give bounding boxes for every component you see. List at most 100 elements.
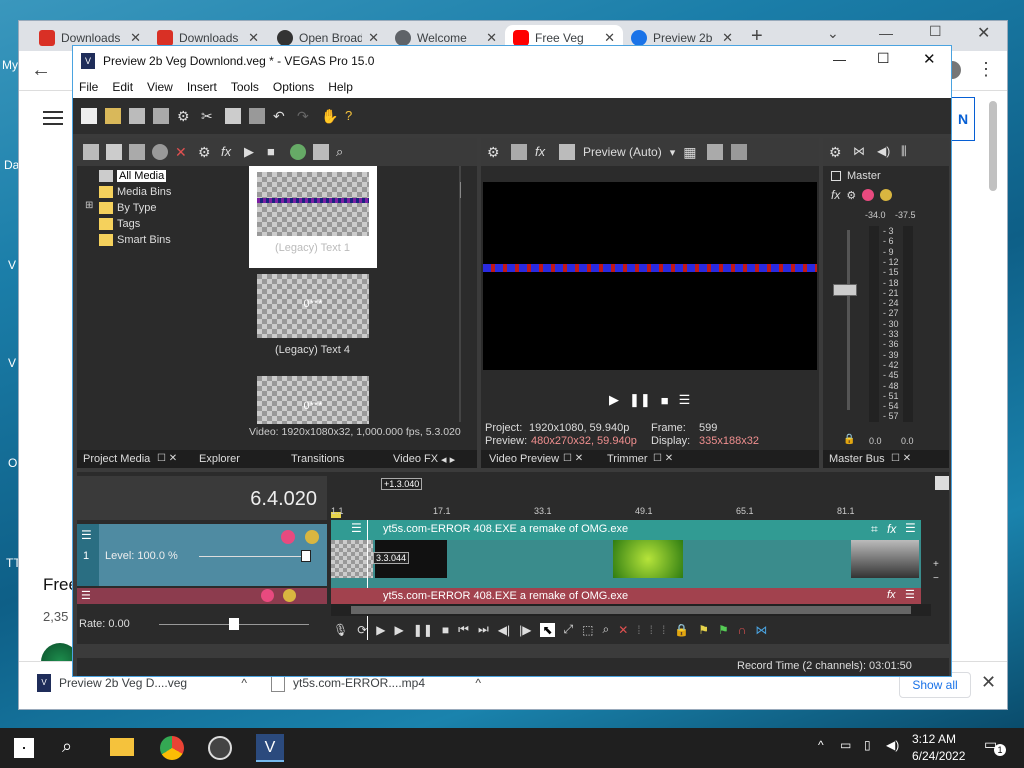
close-download-bar-icon[interactable]: ✕ <box>981 672 996 693</box>
master-fader-handle[interactable] <box>833 284 857 296</box>
play-icon[interactable]: ▶ <box>244 144 260 160</box>
pause-icon[interactable]: ❚❚ <box>413 623 433 637</box>
trim-end-icon[interactable]: ⁞ <box>650 623 653 637</box>
properties-icon[interactable]: ⚙ <box>198 144 214 160</box>
audio-track-header[interactable]: ☰ <box>77 588 327 604</box>
tab-trimmer[interactable]: Trimmer <box>607 453 648 465</box>
redo-icon[interactable]: ↷ <box>297 108 313 124</box>
desktop-label[interactable]: O <box>8 456 17 470</box>
stop-icon[interactable]: ■ <box>661 393 669 408</box>
save-as-icon[interactable] <box>153 108 169 124</box>
pause-icon[interactable]: ❚❚ <box>629 392 651 408</box>
copy-icon[interactable] <box>225 108 241 124</box>
solo-icon[interactable] <box>283 589 296 602</box>
gear-icon[interactable]: ⚙ <box>177 108 193 124</box>
tab-video-preview[interactable]: Video Preview <box>489 453 559 465</box>
tab-close-icon[interactable]: ☐ ✕ <box>653 453 673 464</box>
snapping-icon[interactable]: ∩ <box>738 623 747 637</box>
solo-icon[interactable] <box>880 189 893 201</box>
desktop-label[interactable]: V <box>8 258 16 272</box>
stop-icon[interactable]: ■ <box>267 144 283 160</box>
play-icon[interactable]: ▶ <box>395 623 404 637</box>
obs-icon[interactable] <box>208 736 232 760</box>
save-icon[interactable] <box>129 108 145 124</box>
close-icon[interactable]: ✕ <box>977 23 990 43</box>
marker-label[interactable]: +1.3.040 <box>381 478 423 490</box>
clock-date[interactable]: 6/24/2022 <box>912 749 965 763</box>
delete-icon[interactable]: ✕ <box>618 623 628 637</box>
chevron-up-icon[interactable]: ^ <box>241 676 247 690</box>
tab-search-icon[interactable]: ⌄ <box>827 25 839 42</box>
menu-icon[interactable]: ☰ <box>81 589 91 602</box>
menu-icon[interactable]: ☰ <box>351 521 362 535</box>
undo-icon[interactable]: ↶ <box>273 108 289 124</box>
tab-close-icon[interactable]: ✕ <box>248 30 259 46</box>
menu-tools[interactable]: Tools <box>231 80 259 94</box>
import-media-icon[interactable] <box>83 144 99 160</box>
stop-icon[interactable]: ■ <box>442 623 449 637</box>
maximize-icon[interactable]: ☐ <box>929 23 942 40</box>
level-slider-handle[interactable] <box>301 550 311 562</box>
trim-start-icon[interactable]: ⁞ <box>637 623 640 637</box>
tab-master-bus[interactable]: Master Bus <box>829 453 885 465</box>
desktop-label[interactable]: V <box>8 356 16 370</box>
split-screen-icon[interactable] <box>559 144 575 160</box>
envelope-tool-icon[interactable]: ⤢ <box>564 622 574 637</box>
menu-icon[interactable]: ☰ <box>81 528 92 542</box>
scrollbar-thumb[interactable] <box>460 182 461 198</box>
hand-tool-icon[interactable]: ✋ <box>321 108 338 124</box>
go-to-start-icon[interactable]: ⏮ <box>458 622 469 637</box>
tab-close-icon[interactable]: ✕ <box>722 30 733 46</box>
fx-icon[interactable]: fx <box>887 522 896 536</box>
track-handle[interactable]: ☰ 1 <box>77 524 99 586</box>
clock-time[interactable]: 3:12 AM <box>912 732 956 746</box>
close-icon[interactable]: ✕ <box>923 50 936 68</box>
windows-start-icon[interactable] <box>14 738 34 758</box>
tab-video-fx[interactable]: Video FX <box>393 453 438 465</box>
gear-icon[interactable]: ⚙ <box>487 144 503 160</box>
mute-icon[interactable] <box>261 589 274 602</box>
tree-item-by-type[interactable]: By Type <box>99 202 157 214</box>
tree-item-media-bins[interactable]: Media Bins <box>99 186 171 198</box>
remove-unused-icon[interactable] <box>152 144 168 160</box>
loop-icon[interactable]: ⟳ <box>357 623 367 637</box>
zoom-tool-icon[interactable]: ⌕ <box>602 622 609 637</box>
expand-icon[interactable]: ⊞ <box>85 200 93 211</box>
vegas-taskbar-icon[interactable]: V <box>256 734 284 762</box>
lock-icon[interactable]: 🔒 <box>843 434 855 445</box>
volume-icon[interactable]: ◀) <box>886 738 899 752</box>
grid-icon[interactable]: ▦ <box>683 144 699 160</box>
mute-icon[interactable] <box>862 189 875 201</box>
tab-close-icon[interactable]: ☐ ✕ <box>891 453 911 464</box>
save-snapshot-icon[interactable] <box>731 144 748 160</box>
battery-icon[interactable]: ▯ <box>864 738 871 752</box>
tab-explorer[interactable]: Explorer <box>199 453 240 465</box>
checkbox[interactable] <box>831 171 841 181</box>
split-icon[interactable]: ⁞ <box>662 623 665 637</box>
scrollbar[interactable] <box>989 101 997 191</box>
tab-project-media[interactable]: Project Media <box>83 453 150 465</box>
get-media-icon[interactable] <box>129 144 145 160</box>
chrome-icon[interactable] <box>160 736 184 760</box>
help-icon[interactable]: ? <box>345 108 361 124</box>
menu-icon[interactable]: ☰ <box>905 521 916 535</box>
maximize-icon[interactable]: ☐ <box>877 50 890 67</box>
preview-quality-dropdown[interactable]: Preview (Auto) <box>583 145 662 159</box>
hamburger-icon[interactable] <box>43 111 63 125</box>
external-monitor-icon[interactable] <box>511 144 527 160</box>
chevron-up-icon[interactable]: ^ <box>475 676 481 690</box>
selection-tool-icon[interactable]: ⬚ <box>582 623 593 637</box>
cut-icon[interactable]: ✂ <box>201 108 217 124</box>
fx-icon[interactable]: fx <box>221 144 237 160</box>
menu-file[interactable]: File <box>79 80 98 94</box>
scrollbar[interactable] <box>459 166 461 422</box>
capture-icon[interactable] <box>106 144 122 160</box>
gear-icon[interactable]: ⚙ <box>846 189 856 202</box>
mixer-icon[interactable]: ⫼ <box>901 144 917 160</box>
next-frame-icon[interactable]: |▶ <box>519 623 531 637</box>
tab-close-icon[interactable]: ✕ <box>130 30 141 46</box>
menu-edit[interactable]: Edit <box>112 80 133 94</box>
audio-track[interactable]: yt5s.com-ERROR 408.EXE a remake of OMG.e… <box>331 588 921 604</box>
region-icon[interactable]: ⚑ <box>718 623 729 637</box>
crop-icon[interactable]: ⌗ <box>871 522 878 537</box>
